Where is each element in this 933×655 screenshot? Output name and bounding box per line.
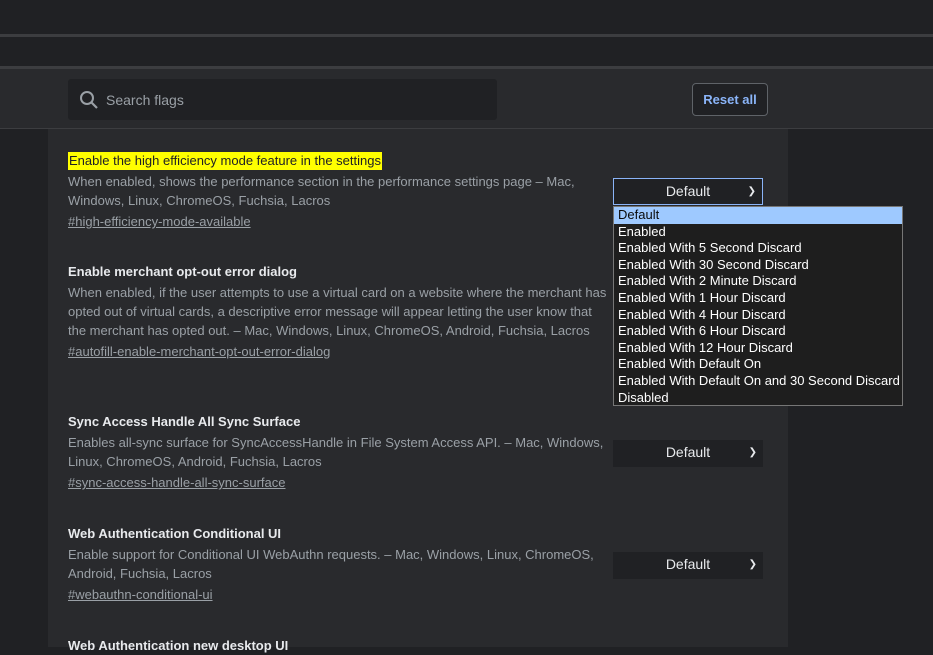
browser-toolbar: [0, 37, 933, 66]
flag-link[interactable]: #sync-access-handle-all-sync-surface: [68, 473, 285, 492]
dropdown-option[interactable]: Enabled With 4 Hour Discard: [614, 307, 902, 324]
flag-high-efficiency-mode: Enable the high efficiency mode feature …: [68, 152, 608, 231]
flag-description: Enable support for Conditional UI WebAut…: [68, 547, 594, 581]
flag-title: Enable merchant opt-out error dialog: [68, 264, 297, 279]
flag-title: Web Authentication new desktop UI: [68, 638, 289, 653]
search-input[interactable]: [104, 88, 488, 112]
flag-merchant-opt-out: Enable merchant opt-out error dialog Whe…: [68, 263, 608, 361]
dropdown-option[interactable]: Enabled With 2 Minute Discard: [614, 273, 902, 290]
chevron-down-icon: ❯: [747, 186, 756, 197]
flag-description: Enables all-sync surface for SyncAccessH…: [68, 435, 604, 469]
dropdown-option[interactable]: Enabled With 1 Hour Discard: [614, 290, 902, 307]
select-value: Default: [665, 556, 711, 572]
dropdown-option[interactable]: Enabled With Default On and 30 Second Di…: [614, 373, 902, 390]
flag-webauthn-conditional-ui: Web Authentication Conditional UI Enable…: [68, 525, 608, 604]
flag-select-high-efficiency[interactable]: Default ❯: [613, 178, 763, 205]
dropdown-option[interactable]: Enabled With 6 Hour Discard: [614, 323, 902, 340]
flag-link[interactable]: #autofill-enable-merchant-opt-out-error-…: [68, 342, 330, 361]
dropdown-option[interactable]: Enabled With 12 Hour Discard: [614, 340, 902, 357]
flag-description: When enabled, if the user attempts to us…: [68, 285, 607, 338]
flags-header: Reset all: [0, 69, 933, 129]
search-box[interactable]: [68, 79, 497, 120]
dropdown-option[interactable]: Disabled: [614, 390, 902, 407]
flag-description: When enabled, shows the performance sect…: [68, 174, 575, 208]
dropdown-option[interactable]: Enabled With 30 Second Discard: [614, 257, 902, 274]
flag-link[interactable]: #webauthn-conditional-ui: [68, 585, 213, 604]
flag-title: Enable the high efficiency mode feature …: [68, 152, 382, 170]
chevron-down-icon: ❯: [748, 447, 757, 458]
dropdown-option[interactable]: Default: [614, 207, 902, 224]
select-dropdown-menu[interactable]: Default Enabled Enabled With 5 Second Di…: [613, 206, 903, 406]
dropdown-option[interactable]: Enabled With 5 Second Discard: [614, 240, 902, 257]
flag-select-webauthn[interactable]: Default ❯: [613, 552, 763, 579]
browser-top-bar: [0, 0, 933, 34]
select-value: Default: [665, 444, 711, 460]
flag-webauthn-desktop-ui: Web Authentication new desktop UI: [68, 637, 608, 655]
flag-title: Sync Access Handle All Sync Surface: [68, 414, 301, 429]
reset-all-button[interactable]: Reset all: [692, 83, 768, 116]
dropdown-option[interactable]: Enabled With Default On: [614, 356, 902, 373]
flag-link[interactable]: #high-efficiency-mode-available: [68, 212, 251, 231]
flag-title: Web Authentication Conditional UI: [68, 526, 282, 541]
flag-sync-access-handle: Sync Access Handle All Sync Surface Enab…: [68, 413, 608, 492]
chevron-down-icon: ❯: [748, 559, 757, 570]
select-value: Default: [665, 183, 711, 199]
search-icon: [80, 91, 98, 109]
flag-select-sync-access[interactable]: Default ❯: [613, 440, 763, 467]
dropdown-option[interactable]: Enabled: [614, 224, 902, 241]
